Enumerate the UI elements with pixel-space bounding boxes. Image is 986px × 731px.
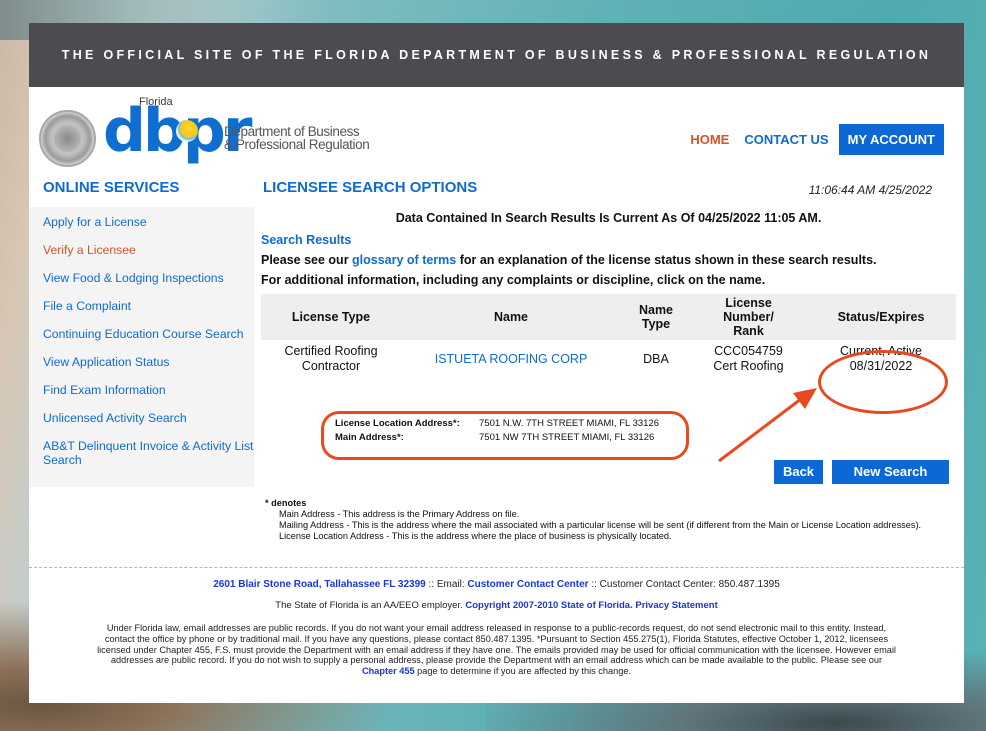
footer-privacy-link[interactable]: Privacy Statement [635, 600, 717, 611]
header-license-type: License Type [261, 294, 401, 340]
sidebar-title: ONLINE SERVICES [43, 179, 180, 196]
license-type-line2: Contractor [301, 359, 361, 373]
footer: 2601 Blair Stone Road, Tallahassee FL 32… [29, 567, 964, 677]
footer-email-label: :: Email: [425, 579, 468, 590]
denotes-line: License Location Address - This is the a… [279, 531, 672, 541]
denotes-legend: * denotes Main Address - This address is… [265, 498, 945, 542]
data-current-notice: Data Contained In Search Results Is Curr… [395, 211, 822, 225]
search-results-heading: Search Results [261, 233, 352, 247]
status-highlight-annotation [818, 350, 948, 414]
sidebar-item-food-lodging[interactable]: View Food & Lodging Inspections [43, 271, 254, 285]
sidebar: ONLINE SERVICES Apply for a License Veri… [29, 175, 254, 487]
denotes-line: Main Address - This address is the Prima… [279, 509, 520, 519]
sidebar-item-abt-delinquent[interactable]: AB&T Delinquent Invoice & Activity List … [43, 439, 254, 467]
annotation-arrow-icon [718, 388, 817, 463]
denotes-title: * denotes [265, 498, 307, 508]
sidebar-item-verify-licensee[interactable]: Verify a Licensee [43, 243, 254, 257]
license-rank: Cert Roofing [713, 359, 784, 373]
denotes-line: Mailing Address - This is the address wh… [279, 520, 922, 530]
sidebar-item-unlicensed-search[interactable]: Unlicensed Activity Search [43, 411, 254, 425]
header-name: Name [401, 294, 621, 340]
glossary-notice: Please see our glossary of terms for an … [261, 253, 956, 267]
header-license-number: License Number/Rank [691, 294, 806, 340]
sidebar-menu: Apply for a License Verify a Licensee Vi… [29, 207, 254, 487]
footer-chapter-455-link[interactable]: Chapter 455 [362, 666, 415, 676]
header-status-expires: Status/Expires [806, 294, 956, 340]
logo-department-name: Department of Business & Professional Re… [224, 125, 370, 152]
license-type-line1: Certified Roofing [284, 344, 378, 358]
address-highlight-annotation [321, 411, 689, 460]
legal-text: Under Florida law, email addresses are p… [97, 623, 896, 666]
site-header: Florida dbpr Department of Business & Pr… [29, 87, 964, 175]
logo-dept-line2: & Professional Regulation [224, 137, 370, 152]
footer-contact-line: 2601 Blair Stone Road, Tallahassee FL 32… [29, 579, 964, 590]
cell-license-type: Certified Roofing Contractor [261, 340, 401, 378]
nav-home-link[interactable]: HOME [690, 132, 729, 147]
back-button[interactable]: Back [774, 460, 823, 484]
logo-sun-icon [176, 120, 198, 142]
state-seal-icon [39, 110, 96, 167]
glossary-prefix: Please see our [261, 253, 353, 267]
official-site-banner: THE OFFICIAL SITE OF THE FLORIDA DEPARTM… [29, 23, 964, 87]
license-number: CCC054759 [714, 344, 783, 358]
footer-email-link[interactable]: Customer Contact Center [467, 579, 588, 590]
main-content: LICENSEE SEARCH OPTIONS 11:06:44 AM 4/25… [261, 175, 956, 541]
new-search-button[interactable]: New Search [832, 460, 949, 484]
licensee-name-link[interactable]: ISTUETA ROOFING CORP [435, 352, 588, 366]
nav-contact-link[interactable]: CONTACT US [744, 132, 828, 147]
timestamp: 11:06:44 AM 4/25/2022 [808, 183, 932, 197]
footer-phone: :: Customer Contact Center: 850.487.1395 [588, 579, 780, 590]
cell-name: ISTUETA ROOFING CORP [401, 340, 621, 378]
cell-license-number: CCC054759 Cert Roofing [691, 340, 806, 378]
sidebar-item-file-complaint[interactable]: File a Complaint [43, 299, 254, 313]
banner-title: THE OFFICIAL SITE OF THE FLORIDA DEPARTM… [61, 48, 932, 62]
nav-my-account-button[interactable]: MY ACCOUNT [838, 124, 944, 155]
header-name-type: Name Type [621, 294, 691, 340]
glossary-link[interactable]: glossary of terms [352, 253, 456, 267]
footer-address-link[interactable]: 2601 Blair Stone Road, Tallahassee FL 32… [213, 579, 426, 590]
top-nav: HOME CONTACT US MY ACCOUNT [675, 124, 944, 155]
sidebar-item-exam-info[interactable]: Find Exam Information [43, 383, 254, 397]
footer-legal-notice: Under Florida law, email addresses are p… [97, 623, 897, 677]
sidebar-item-apply-license[interactable]: Apply for a License [43, 215, 254, 229]
footer-eeo-text: The State of Florida is an AA/EEO employ… [275, 600, 466, 611]
additional-info-notice: For additional information, including an… [261, 273, 766, 287]
page-container: THE OFFICIAL SITE OF THE FLORIDA DEPARTM… [29, 23, 964, 703]
sidebar-item-ce-course-search[interactable]: Continuing Education Course Search [43, 327, 254, 341]
table-header-row: License Type Name Name Type License Number… [261, 294, 956, 340]
sidebar-item-application-status[interactable]: View Application Status [43, 355, 254, 369]
legal-suffix: page to determine if you are affected by… [414, 666, 631, 677]
footer-eeo-line: The State of Florida is an AA/EEO employ… [29, 600, 964, 611]
cell-name-type: DBA [643, 351, 669, 366]
footer-copyright-link[interactable]: Copyright 2007-2010 State of Florida. [465, 600, 632, 611]
glossary-suffix: for an explanation of the license status… [456, 253, 877, 267]
